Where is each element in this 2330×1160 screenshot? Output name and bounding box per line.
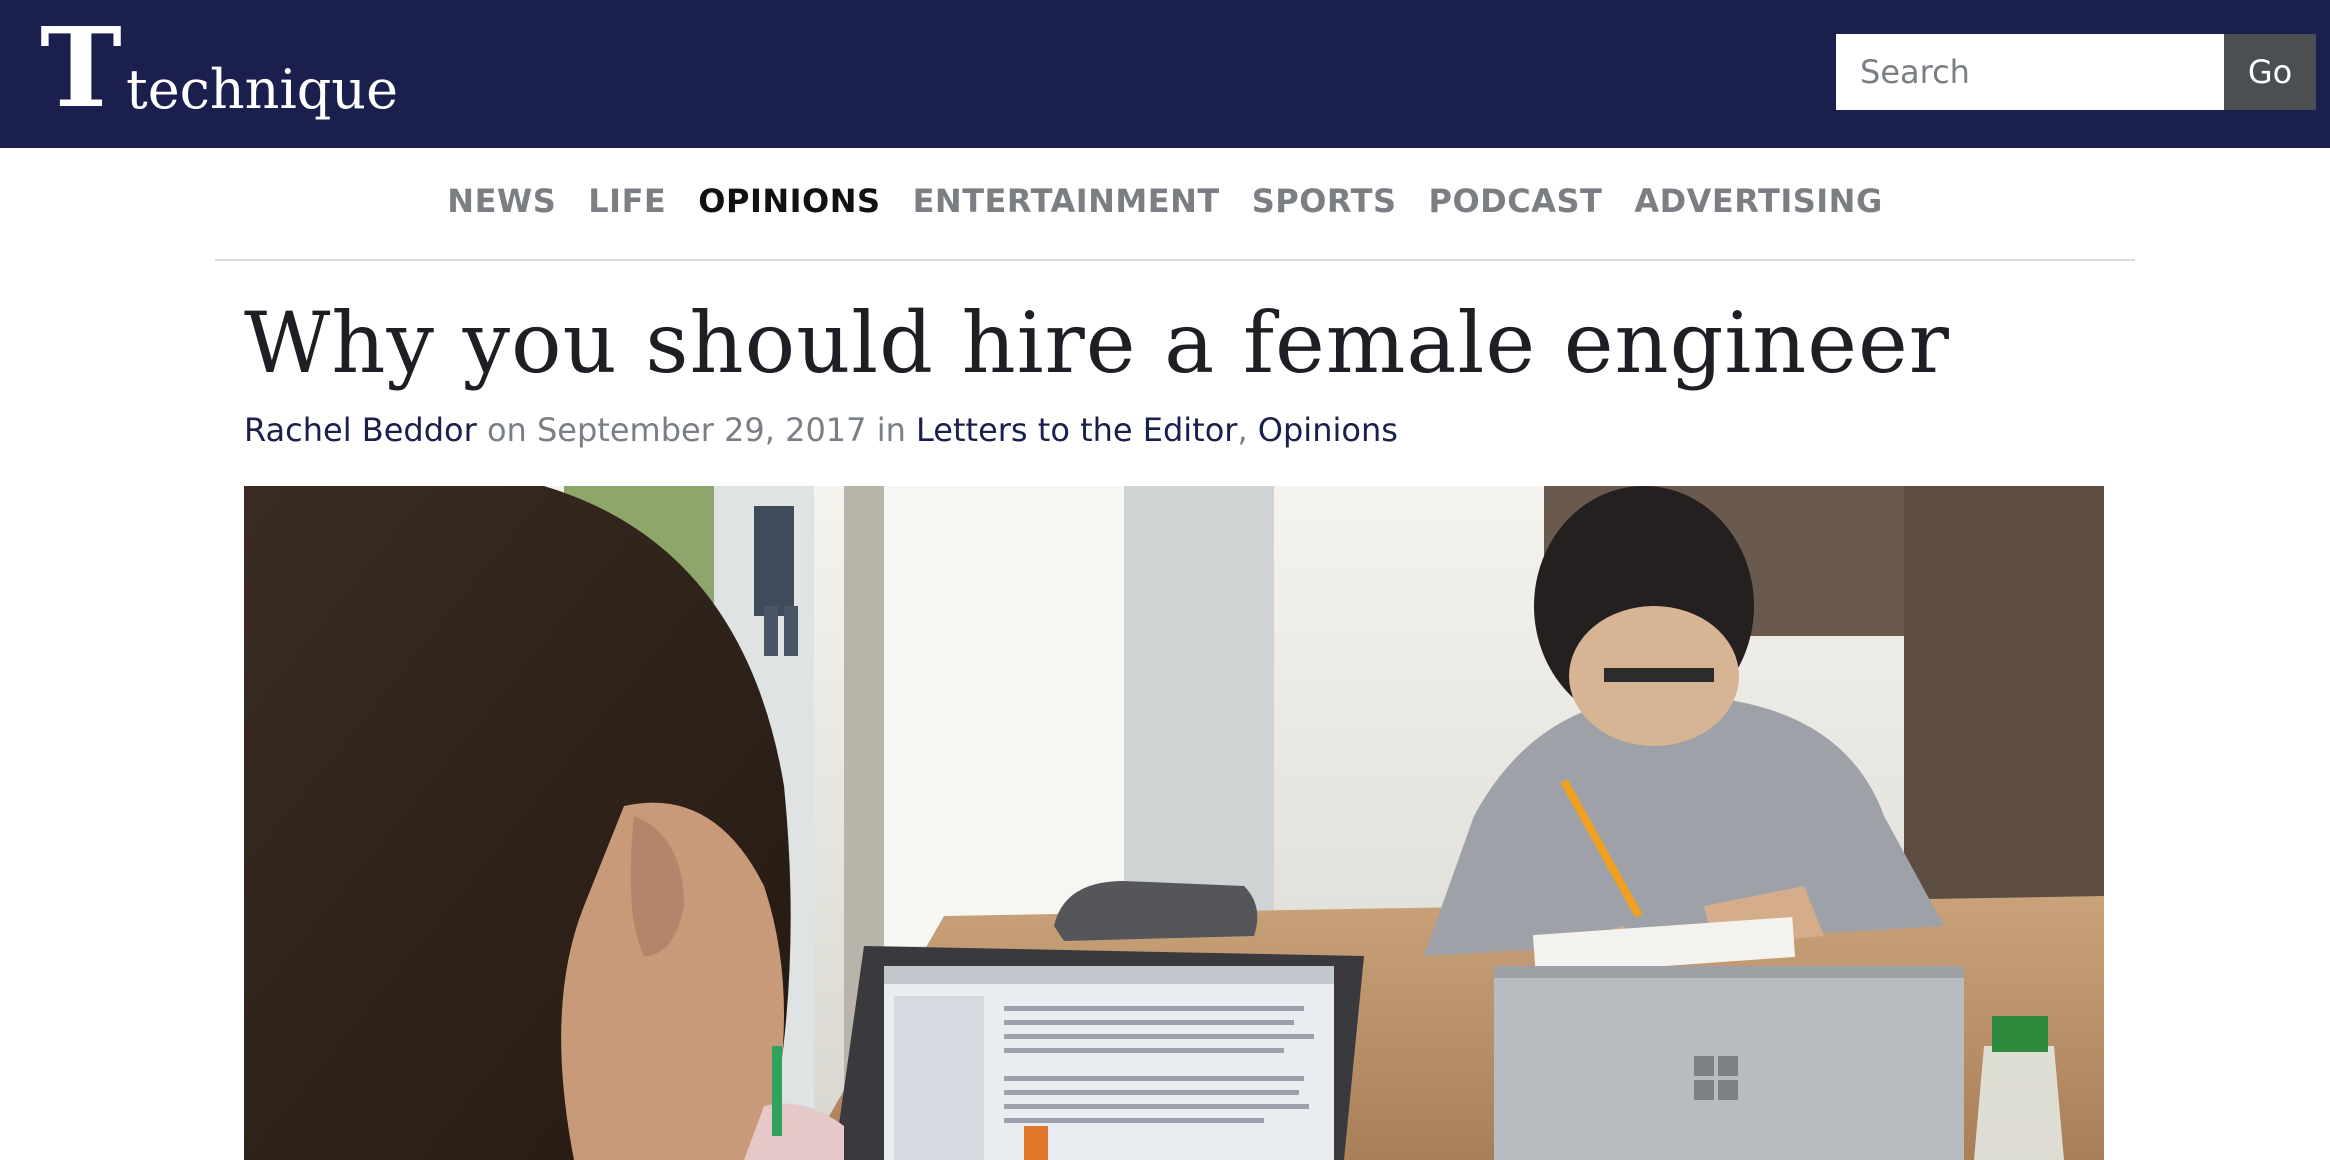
nav-item-life[interactable]: LIFE bbox=[588, 182, 666, 220]
article-title: Why you should hire a female engineer bbox=[244, 294, 1950, 392]
nav-item-sports[interactable]: SPORTS bbox=[1252, 182, 1397, 220]
featured-photo-illustration bbox=[244, 486, 2104, 1160]
nav-item-podcast[interactable]: PODCAST bbox=[1428, 182, 1602, 220]
category-link-letters[interactable]: Letters to the Editor bbox=[916, 411, 1237, 449]
nav-item-news[interactable]: NEWS bbox=[447, 182, 556, 220]
article-featured-photo bbox=[244, 486, 2104, 1160]
nav-item-advertising[interactable]: ADVERTISING bbox=[1634, 182, 1882, 220]
article-byline: Rachel Beddor on September 29, 2017 in L… bbox=[244, 408, 1398, 452]
article-date: September 29, 2017 bbox=[536, 411, 867, 449]
nav-item-entertainment[interactable]: ENTERTAINMENT bbox=[913, 182, 1220, 220]
logo-mark: T bbox=[40, 3, 122, 132]
nav-divider bbox=[215, 259, 2135, 261]
site-header: T technique Go bbox=[0, 0, 2330, 148]
byline-in: in bbox=[866, 411, 917, 449]
author-link[interactable]: Rachel Beddor bbox=[244, 411, 477, 449]
category-separator: , bbox=[1237, 411, 1258, 449]
search-go-button[interactable]: Go bbox=[2224, 34, 2316, 110]
search-input[interactable] bbox=[1836, 34, 2224, 110]
nav-item-opinions[interactable]: OPINIONS bbox=[698, 182, 880, 220]
site-name: technique bbox=[126, 58, 399, 121]
main-nav: NEWS LIFE OPINIONS ENTERTAINMENT SPORTS … bbox=[0, 182, 2330, 220]
byline-on: on bbox=[476, 411, 537, 449]
category-link-opinions[interactable]: Opinions bbox=[1258, 411, 1398, 449]
